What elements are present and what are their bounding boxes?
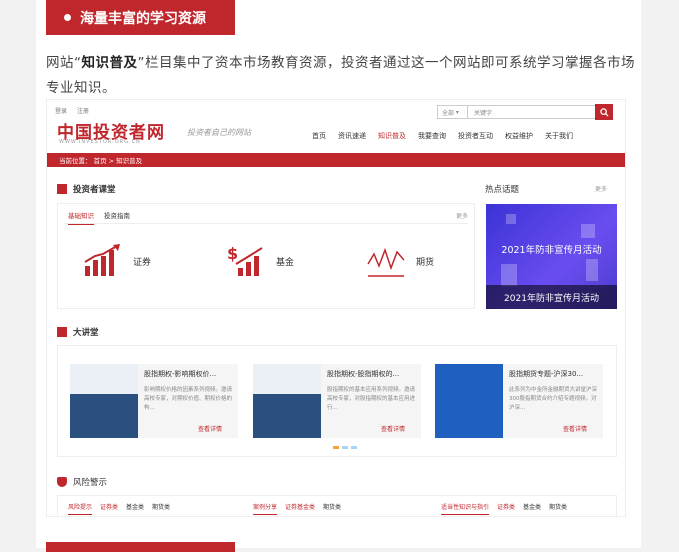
- carousel-dots[interactable]: [333, 446, 357, 449]
- lecture-card-desc: 股指期权的基本应用系列视频。邀请高校专家，对股指期权的基本应用进行...: [327, 387, 416, 411]
- search-icon: [599, 107, 609, 117]
- tabs-divider: [64, 223, 468, 224]
- book-icon: [57, 184, 67, 194]
- video-icon: [57, 327, 67, 337]
- top-links: 登录 注册: [55, 106, 97, 115]
- risk-tab[interactable]: 案例分享: [253, 502, 278, 515]
- lecture-thumbnail: [435, 364, 503, 438]
- lecture-card[interactable]: 股指期权-影响期权价... 影响期权价格的因素系列视频。邀请高校专家，对期权价值…: [70, 364, 238, 438]
- risk-tab[interactable]: 期货类: [323, 502, 341, 515]
- lecture-card-title: 股指期权-股指期权的...: [327, 370, 400, 378]
- risk-heading: 风险警示: [57, 476, 107, 488]
- lecture-card-link[interactable]: 查看详情: [381, 424, 405, 433]
- courses-more-link[interactable]: 更多: [456, 211, 468, 220]
- bullet-icon: [64, 14, 71, 21]
- breadcrumb: 当前位置： 首页 > 知识普及: [47, 153, 625, 167]
- carousel-dot[interactable]: [333, 446, 339, 449]
- site-slogan: 投资者自己的网站: [187, 128, 251, 137]
- svg-text:$: $: [227, 244, 238, 263]
- risk-tab[interactable]: 证券基金类: [285, 502, 315, 515]
- search-button[interactable]: [595, 104, 613, 120]
- risk-panel: 风险提示 证券类 基金类 期货类 案例分享 证券基金类 期货类 适当性知识与指引…: [57, 495, 617, 516]
- risk-tabs-1: 风险提示 证券类 基金类 期货类: [68, 502, 178, 515]
- website-screenshot: 登录 注册 全部 ▾ 关键字 中国投资者网 WWW.INVESTOR.ORG.C…: [46, 99, 626, 517]
- lecture-thumbnail: [70, 364, 138, 438]
- nav-interaction[interactable]: 投资者互动: [458, 131, 493, 141]
- intro-text-1: 网站“: [46, 55, 82, 71]
- banner-caption: 2021年防非宣传月活动: [486, 285, 617, 309]
- category-securities-label: 证券: [133, 257, 152, 268]
- nav-knowledge[interactable]: 知识普及: [378, 131, 406, 141]
- shield-icon: [57, 477, 67, 487]
- dollar-chart-icon: $: [227, 244, 263, 276]
- courses-panel: 基础知识 投资指南 更多 证券 $ 基金 期货: [57, 203, 475, 309]
- lecture-heading: 大讲堂: [57, 326, 99, 338]
- risk-tab[interactable]: 期货类: [549, 502, 567, 515]
- decor-cube: [501, 264, 517, 286]
- category-futures-label: 期货: [416, 257, 435, 268]
- main-nav: 首页 资讯速递 知识普及 我要查询 投资者互动 权益维护 关于我们: [312, 131, 585, 141]
- lecture-card[interactable]: 股指期货专题-沪深30... 此系列为中金所金融期货大讲堂沪深300股指期货合约…: [435, 364, 603, 438]
- search-input[interactable]: 关键字: [468, 108, 610, 117]
- banner-headline: 2021年防非宣传月活动: [501, 245, 602, 256]
- hot-topic-banner[interactable]: 2021年防非宣传月活动 2021年防非宣传月活动: [486, 204, 617, 309]
- risk-tab[interactable]: 证券类: [100, 502, 118, 515]
- decor-cube: [581, 224, 595, 238]
- lecture-panel: 股指期权-影响期权价... 影响期权价格的因素系列视频。邀请高校专家，对期权价值…: [57, 345, 617, 457]
- lecture-card-desc: 影响期权价格的因素系列视频。邀请高校专家，对期权价值、期权价格的构...: [144, 387, 233, 411]
- risk-tab[interactable]: 风险提示: [68, 502, 93, 515]
- nav-home[interactable]: 首页: [312, 131, 326, 141]
- lecture-card-title: 股指期权-影响期权价...: [144, 370, 217, 378]
- line-chart-icon: [367, 247, 405, 277]
- carousel-dot[interactable]: [351, 446, 357, 449]
- article-body: 海量丰富的学习资源 网站“知识普及”栏目集中了资本市场教育资源，投资者通过这一个…: [36, 0, 641, 552]
- risk-tab[interactable]: 证券类: [497, 502, 515, 515]
- risk-tab[interactable]: 适当性知识与指引: [441, 502, 490, 515]
- lecture-thumbnail: [253, 364, 321, 438]
- lecture-card-desc: 此系列为中金所金融期货大讲堂沪深300股指期货合约介绍专题视频。对沪深...: [509, 387, 598, 411]
- next-section-heading: [46, 542, 235, 552]
- intro-paragraph: 网站“知识普及”栏目集中了资本市场教育资源，投资者通过这一个网站即可系统学习掌握…: [46, 51, 636, 101]
- risk-tab[interactable]: 期货类: [152, 502, 170, 515]
- search-scope-select[interactable]: 全部 ▾: [438, 106, 468, 118]
- category-funds-label: 基金: [276, 257, 295, 268]
- lecture-title: 大讲堂: [73, 328, 99, 338]
- courses-heading: 投资者课堂: [57, 183, 116, 195]
- risk-tab[interactable]: 基金类: [126, 502, 144, 515]
- search-scope-value: 全部: [442, 109, 455, 117]
- section-heading: 海量丰富的学习资源: [46, 0, 235, 35]
- lecture-card-title: 股指期货专题-沪深30...: [509, 370, 584, 378]
- decor-cube: [586, 259, 598, 281]
- decor-cube: [506, 214, 516, 224]
- rising-chart-icon: [84, 244, 120, 276]
- risk-title: 风险警示: [73, 478, 108, 488]
- register-link[interactable]: 注册: [77, 108, 89, 115]
- hot-more-link[interactable]: 更多: [595, 184, 607, 193]
- carousel-dot[interactable]: [342, 446, 348, 449]
- intro-bold: 知识普及: [81, 55, 138, 71]
- lecture-card[interactable]: 股指期权-股指期权的... 股指期权的基本应用系列视频。邀请高校专家，对股指期权…: [253, 364, 421, 438]
- login-link[interactable]: 登录: [55, 108, 67, 115]
- category-futures[interactable]: 期货: [366, 244, 434, 278]
- section-heading-text: 海量丰富的学习资源: [80, 10, 206, 27]
- lecture-card-link[interactable]: 查看详情: [563, 424, 587, 433]
- nav-query[interactable]: 我要查询: [418, 131, 446, 141]
- hot-topics-title: 热点话题: [485, 185, 520, 195]
- nav-rights[interactable]: 权益维护: [505, 131, 533, 141]
- risk-tab[interactable]: 基金类: [523, 502, 541, 515]
- nav-news[interactable]: 资讯速递: [338, 131, 366, 141]
- courses-title: 投资者课堂: [73, 185, 116, 195]
- lecture-card-link[interactable]: 查看详情: [198, 424, 222, 433]
- category-securities[interactable]: 证券: [83, 244, 151, 278]
- search-box[interactable]: 全部 ▾ 关键字: [437, 105, 611, 119]
- risk-tabs-2: 案例分享 证券基金类 期货类: [253, 502, 349, 515]
- category-funds[interactable]: $ 基金: [226, 244, 294, 278]
- risk-tabs-3: 适当性知识与指引 证券类 基金类 期货类: [441, 502, 575, 515]
- nav-about[interactable]: 关于我们: [545, 131, 573, 141]
- site-logo-url: WWW.INVESTOR.ORG.CN: [59, 139, 141, 145]
